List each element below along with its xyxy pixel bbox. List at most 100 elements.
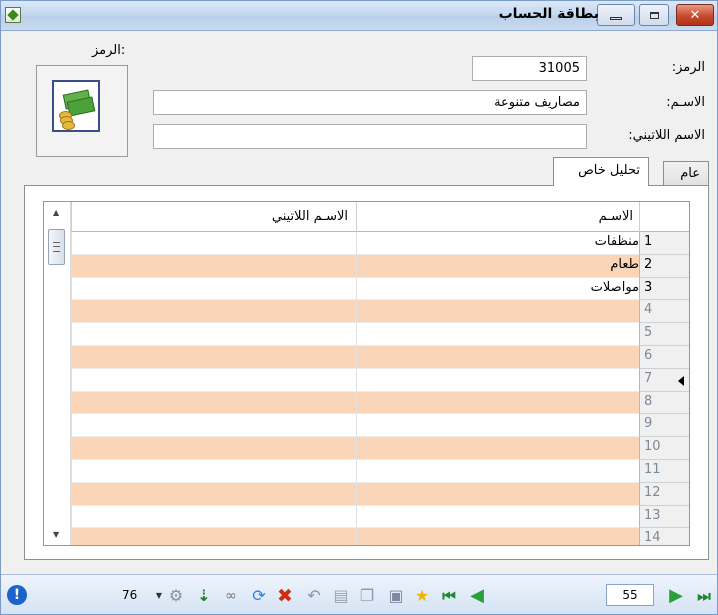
table-row[interactable]: 8 [71,391,689,415]
row-number-cell[interactable]: 9 [639,414,689,438]
name-cell[interactable]: مواصلات [356,277,639,301]
latin-name-cell[interactable] [71,482,356,506]
table-row[interactable]: 7 [71,368,689,392]
last-record-icon[interactable]: ⏭ [694,586,714,606]
row-number-cell[interactable]: 3 [639,277,689,301]
table-row[interactable]: مواصلات 3 [71,277,689,301]
row-number-cell[interactable]: 14 [639,528,689,545]
grid-body: منظفات 1 طعام 2 مواصلات 3 4 5 6 7 8 9 10 11 12 13 14 [71,232,689,545]
latin-name-cell[interactable] [71,391,356,415]
coin [62,121,75,130]
close-icon: ✕ [689,7,701,23]
next-record-icon[interactable]: ▶ [666,586,686,606]
tab-custom-analysis[interactable]: تحليل خاص [553,157,649,186]
name-cell[interactable] [356,414,639,438]
favorite-icon[interactable]: ★ [412,586,432,606]
scroll-up-icon[interactable]: ▲ [53,208,59,217]
latin-name-cell[interactable] [71,277,356,301]
title-bar: ✕ بطاقة الحساب [1,1,717,31]
latin-name-cell[interactable] [71,528,356,545]
minimize-icon [610,16,622,20]
latin-name-cell[interactable] [71,414,356,438]
row-number-cell[interactable]: 7 [639,368,689,392]
table-row[interactable]: 9 [71,414,689,438]
row-number-cell[interactable]: 8 [639,391,689,415]
paste-icon[interactable]: ▤ [331,586,351,606]
latin-name-cell[interactable] [71,345,356,369]
column-header-row-number [639,202,689,232]
latin-name-cell[interactable] [71,437,356,460]
account-icon-box[interactable] [36,65,128,157]
row-number-cell[interactable]: 6 [639,345,689,369]
table-row[interactable]: 13 [71,505,689,529]
name-cell[interactable] [356,528,639,545]
name-cell[interactable]: منظفات [356,232,639,255]
latin-name-input[interactable] [153,124,587,149]
latin-name-cell[interactable] [71,254,356,278]
minimize-button[interactable] [597,4,635,26]
close-button[interactable]: ✕ [676,4,714,26]
latin-name-cell[interactable] [71,505,356,529]
name-cell[interactable] [356,505,639,529]
settings-icon[interactable]: ⚙ [166,586,186,606]
row-number: 10 [644,439,661,455]
name-cell[interactable] [356,437,639,460]
previous-record-icon[interactable]: ◀ [467,586,487,606]
view-icon[interactable]: ∞ [221,586,241,606]
sort-icon[interactable]: ⇣ [194,586,214,606]
record-number-input[interactable] [606,584,654,606]
name-cell[interactable]: طعام [356,254,639,278]
column-header-name[interactable]: الاسـم [356,202,639,232]
scroll-thumb[interactable] [48,229,65,265]
row-number-cell[interactable]: 5 [639,323,689,346]
latin-name-cell[interactable] [71,323,356,346]
latin-name-label: الاسم اللاتيني: [628,128,705,143]
table-row[interactable]: 10 [71,437,689,460]
copy-icon[interactable]: ❐ [357,586,377,606]
name-cell[interactable] [356,300,639,324]
save-icon[interactable]: ▣ [386,586,406,606]
row-number: 6 [644,347,653,363]
maximize-button[interactable] [639,4,669,26]
table-row[interactable]: 5 [71,323,689,346]
name-cell[interactable] [356,391,639,415]
row-number-cell[interactable]: 13 [639,505,689,529]
name-cell[interactable] [356,368,639,392]
refresh-icon[interactable]: ⟳ [249,586,269,606]
table-row[interactable]: طعام 2 [71,254,689,278]
latin-name-cell[interactable] [71,300,356,324]
latin-name-cell[interactable] [71,368,356,392]
row-number-cell[interactable]: 4 [639,300,689,324]
table-row[interactable]: 11 [71,459,689,483]
name-input[interactable] [153,90,587,115]
first-record-icon[interactable]: ⏮ [439,586,459,606]
scroll-down-icon[interactable]: ▼ [53,530,59,539]
code-input[interactable] [472,56,587,81]
latin-name-cell[interactable] [71,459,356,483]
delete-icon[interactable]: ✖ [275,586,295,606]
info-icon[interactable]: ! [7,585,27,605]
row-number: 14 [644,530,661,545]
column-header-latin-name[interactable]: الاسـم اللاتيني [71,202,356,232]
table-row[interactable]: 12 [71,482,689,506]
vertical-scrollbar[interactable]: ▲ ▼ [44,202,71,545]
app-icon [5,7,21,23]
row-number-cell[interactable]: 10 [639,437,689,460]
row-number-cell[interactable]: 11 [639,459,689,483]
table-row[interactable]: منظفات 1 [71,232,689,255]
row-number: 11 [644,461,661,477]
name-cell[interactable] [356,459,639,483]
name-cell[interactable] [356,482,639,506]
table-row[interactable]: 6 [71,345,689,369]
row-number-cell[interactable]: 2 [639,254,689,278]
table-row[interactable]: 14 [71,528,689,545]
code-label: الرمز: [671,60,705,75]
row-number-cell[interactable]: 12 [639,482,689,506]
tab-general[interactable]: عام [663,161,709,186]
latin-name-cell[interactable] [71,232,356,255]
name-cell[interactable] [356,345,639,369]
row-number-cell[interactable]: 1 [639,232,689,255]
undo-icon[interactable]: ↶ [304,586,324,606]
name-cell[interactable] [356,323,639,346]
table-row[interactable]: 4 [71,300,689,324]
